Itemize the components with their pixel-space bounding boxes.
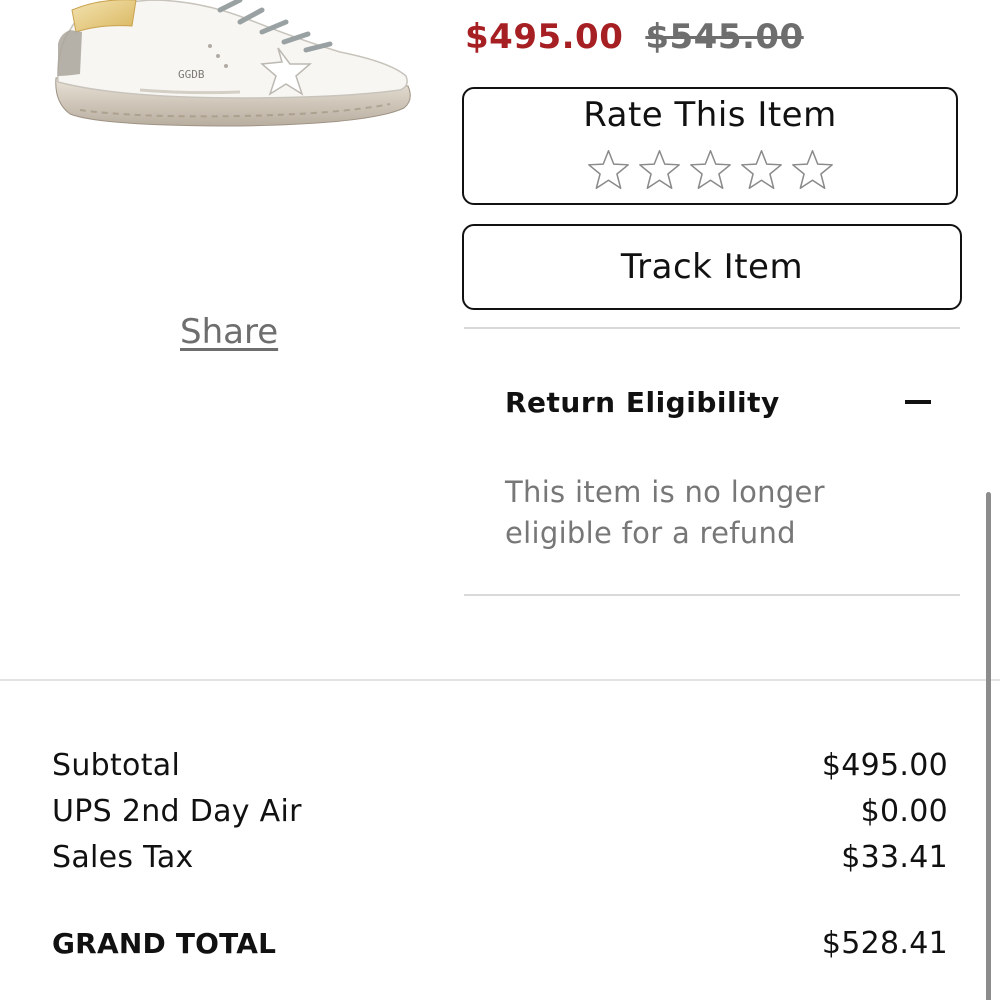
- sale-price: $495.00: [465, 17, 624, 57]
- return-eligibility-message: This item is no longer eligible for a re…: [505, 475, 825, 550]
- rate-item-title: Rate This Item: [583, 95, 837, 135]
- divider: [464, 594, 960, 596]
- grand-total-label: GRAND TOTAL: [52, 926, 277, 960]
- star-icon-3[interactable]: [688, 147, 733, 192]
- rate-item-box[interactable]: Rate This Item: [462, 87, 958, 205]
- grand-total-value: $528.41: [821, 925, 948, 961]
- sneaker-image[interactable]: GGDB: [40, 0, 430, 140]
- star-icon-2[interactable]: [637, 147, 682, 192]
- sales-tax-row: Sales Tax $33.41: [52, 834, 948, 880]
- svg-text:GGDB: GGDB: [178, 68, 205, 81]
- return-eligibility-toggle[interactable]: Return Eligibility: [505, 380, 945, 424]
- section-divider: [0, 679, 1000, 681]
- subtotal-value: $495.00: [821, 747, 948, 783]
- star-icon-5[interactable]: [790, 147, 835, 192]
- star-icon-4[interactable]: [739, 147, 784, 192]
- shipping-value: $0.00: [860, 793, 948, 829]
- shipping-row: UPS 2nd Day Air $0.00: [52, 788, 948, 834]
- share-link[interactable]: Share: [180, 312, 278, 352]
- price-row: $495.00 $545.00: [465, 12, 804, 62]
- divider: [464, 327, 960, 329]
- star-rating[interactable]: [464, 147, 956, 192]
- sales-tax-value: $33.41: [841, 839, 948, 875]
- return-eligibility-title: Return Eligibility: [505, 385, 780, 419]
- subtotal-label: Subtotal: [52, 747, 181, 783]
- track-item-button[interactable]: Track Item: [462, 224, 962, 310]
- order-detail-page: GGDB $495.00 $545.00 Rate This Item Trac…: [0, 0, 1000, 1000]
- star-icon-1[interactable]: [586, 147, 631, 192]
- subtotal-row: Subtotal $495.00: [52, 742, 948, 788]
- scrollbar[interactable]: [986, 492, 991, 1000]
- minus-icon[interactable]: [905, 400, 931, 404]
- shipping-label: UPS 2nd Day Air: [52, 793, 302, 829]
- original-price: $545.00: [645, 17, 804, 57]
- order-totals: Subtotal $495.00 UPS 2nd Day Air $0.00 S…: [52, 742, 948, 880]
- grand-total-row: GRAND TOTAL $528.41: [52, 920, 948, 966]
- sales-tax-label: Sales Tax: [52, 839, 194, 875]
